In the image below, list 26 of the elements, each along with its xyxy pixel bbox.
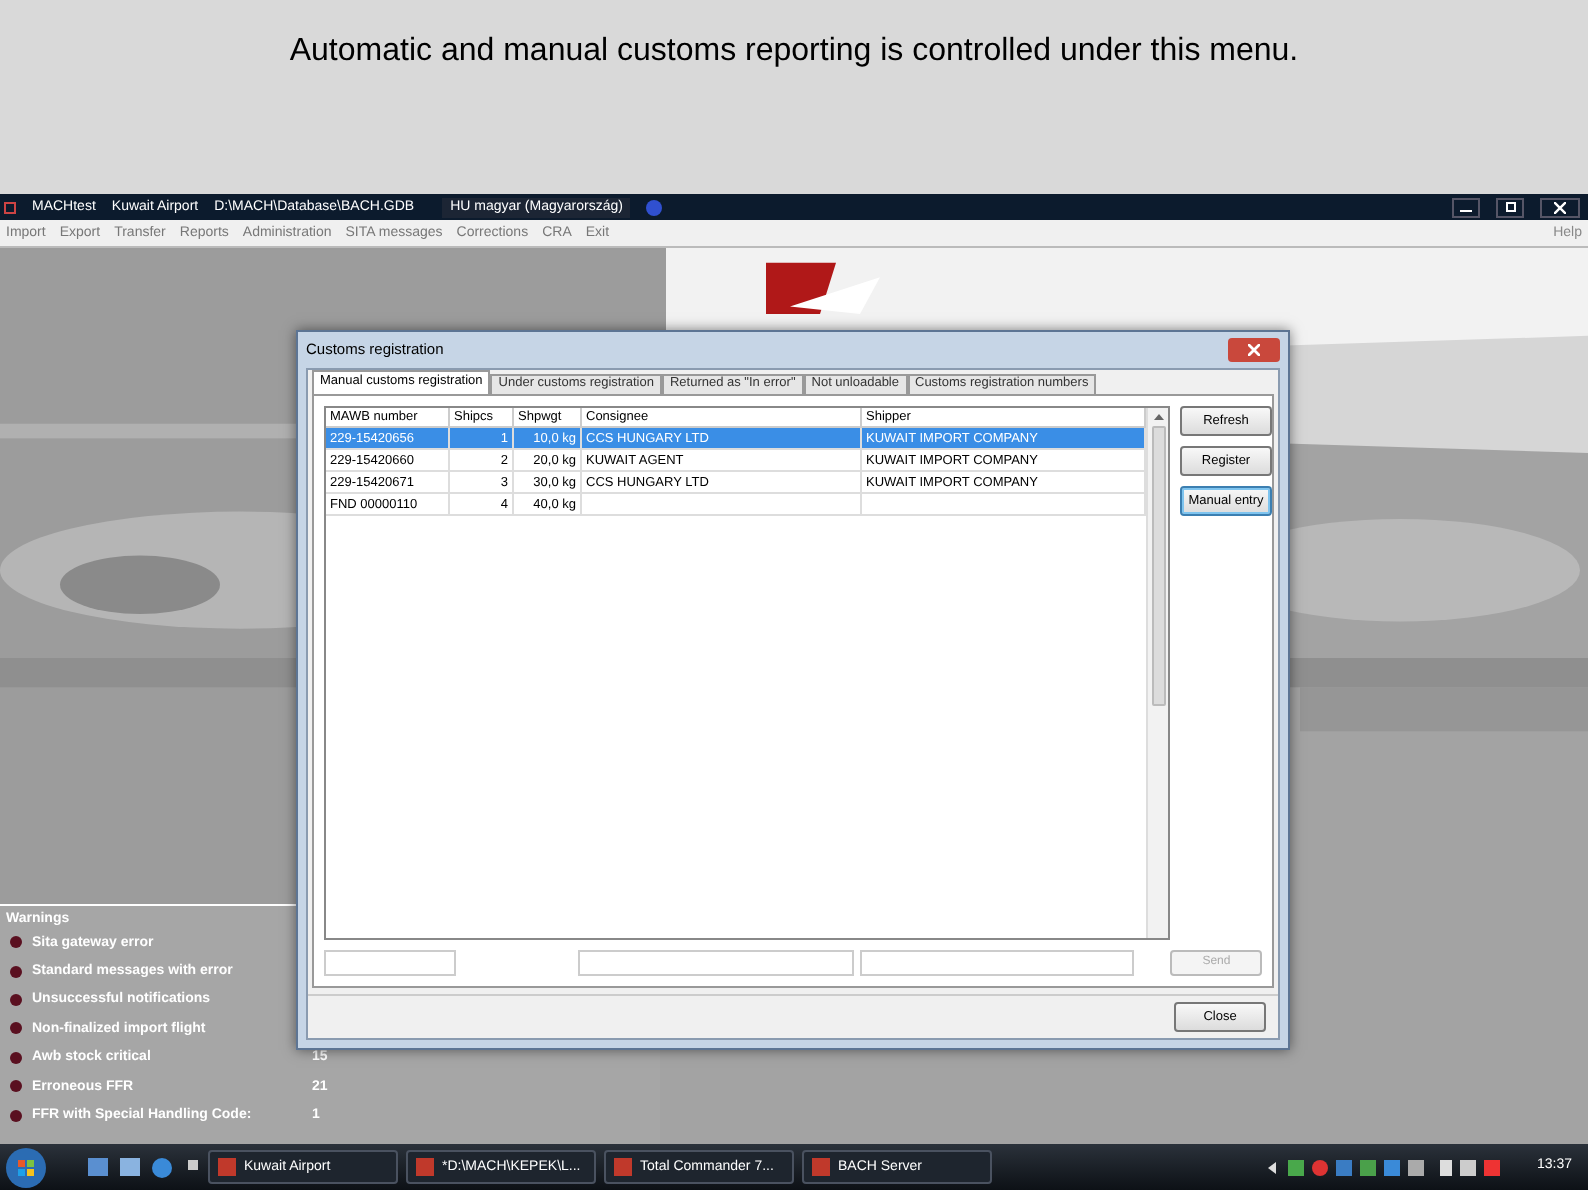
close-icon — [1248, 344, 1260, 356]
bullet-icon — [10, 1022, 22, 1035]
app-icon — [218, 1158, 236, 1176]
slide-caption: Automatic and manual customs reporting is controlled under this menu. — [289, 32, 1299, 72]
bullet-icon — [10, 1109, 22, 1122]
close-icon[interactable] — [1540, 197, 1580, 217]
bullet-icon — [10, 965, 22, 978]
maximize-button[interactable] — [1496, 197, 1524, 217]
app-icon — [416, 1158, 434, 1176]
input-field[interactable] — [859, 949, 1135, 975]
start-button-icon[interactable] — [4, 1145, 48, 1189]
help-icon[interactable] — [646, 199, 663, 215]
input-field[interactable] — [324, 949, 457, 975]
app-icon — [812, 1158, 830, 1176]
bullet-icon — [10, 993, 22, 1006]
quick-launch-icons[interactable] — [88, 1155, 200, 1179]
bullet-icon — [10, 1051, 22, 1064]
scrollbar[interactable] — [1146, 408, 1168, 938]
close-button[interactable] — [1228, 338, 1280, 362]
bullet-icon — [10, 936, 22, 949]
app-icon — [614, 1158, 632, 1176]
app-icon — [4, 201, 16, 213]
minimize-button[interactable] — [1452, 197, 1480, 217]
bullet-icon — [10, 1080, 22, 1093]
input-field[interactable] — [578, 949, 854, 975]
scroll-up-icon[interactable] — [1153, 414, 1163, 420]
